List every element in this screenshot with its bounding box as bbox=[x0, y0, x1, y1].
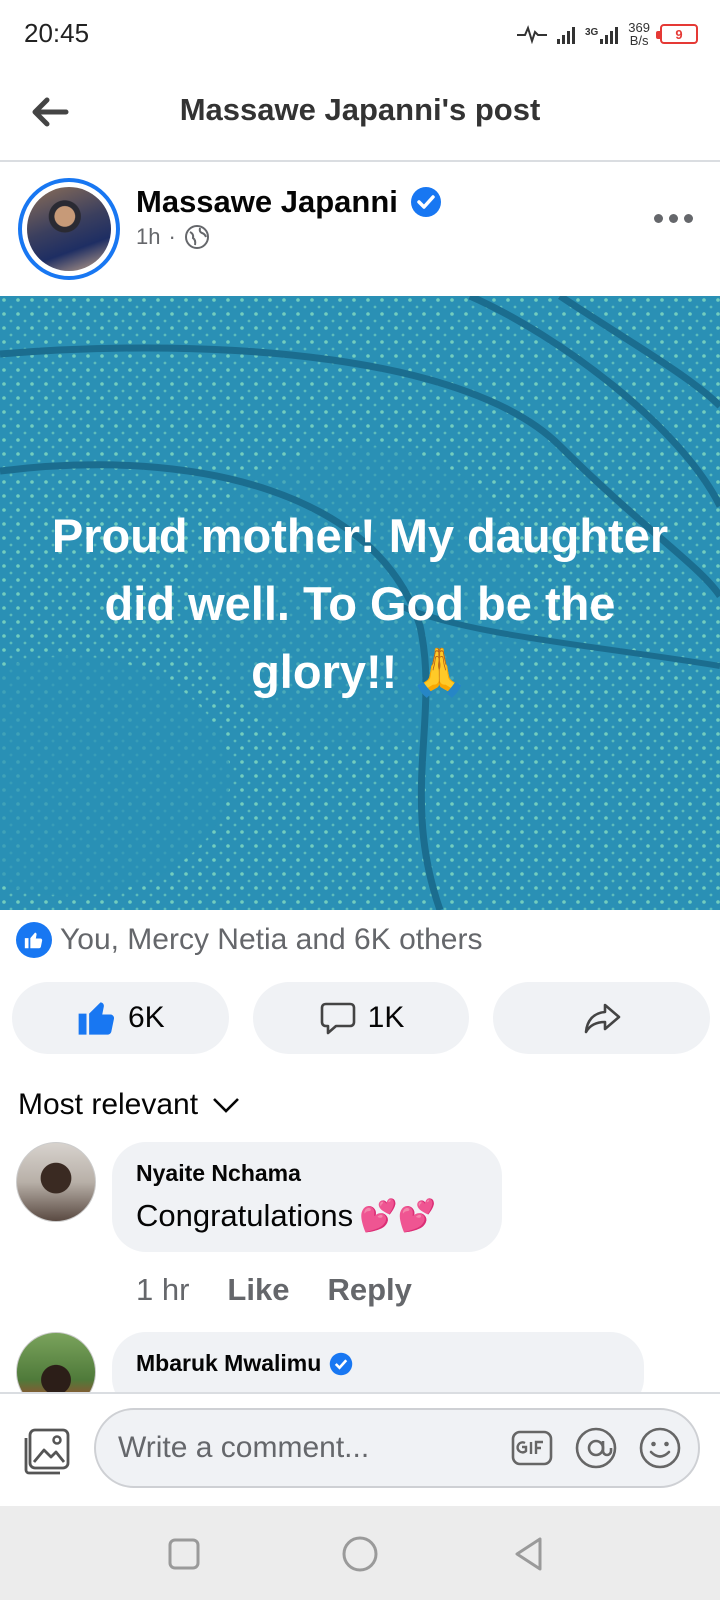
comment-like-button[interactable]: Like bbox=[227, 1272, 289, 1308]
share-arrow-icon bbox=[584, 1003, 620, 1034]
page-title: Massawe Japanni's post bbox=[179, 92, 541, 127]
like-reaction-icon bbox=[16, 922, 52, 958]
comment-input[interactable] bbox=[118, 1410, 478, 1486]
sort-label: Most relevant bbox=[18, 1088, 199, 1121]
post-time[interactable]: 1h bbox=[136, 224, 160, 250]
back-nav-button[interactable] bbox=[510, 1534, 550, 1574]
like-count: 6K bbox=[127, 1001, 165, 1034]
comment-composer bbox=[0, 1392, 720, 1504]
post-text-line: glory!! bbox=[251, 645, 398, 698]
post-text-line-3: glory!! 🙏 bbox=[20, 638, 700, 706]
chevron-down-icon bbox=[213, 1098, 239, 1113]
thumbs-up-icon bbox=[78, 1002, 115, 1035]
comment-actions: 1 hr Like Reply bbox=[136, 1272, 412, 1308]
share-button[interactable] bbox=[493, 982, 711, 1054]
status-time: 20:45 bbox=[24, 18, 90, 48]
author-name[interactable]: Massawe Japanni bbox=[136, 184, 398, 220]
author-name-row: Massawe Japanni bbox=[136, 184, 442, 220]
post-text: Proud mother! My daughter did well. To G… bbox=[20, 502, 700, 706]
comment-bubble[interactable]: Mbaruk Mwalimu bbox=[112, 1332, 644, 1392]
post-header: Massawe Japanni 1h · bbox=[0, 164, 720, 292]
comment-sort-dropdown[interactable]: Most relevant bbox=[18, 1088, 240, 1122]
gif-button[interactable] bbox=[510, 1426, 554, 1470]
circle-icon bbox=[342, 1536, 378, 1572]
comment-reply-button[interactable]: Reply bbox=[327, 1272, 411, 1308]
activity-icon bbox=[516, 25, 547, 44]
commenter-name[interactable]: Mbaruk Mwalimu bbox=[136, 1350, 321, 1377]
photo-button[interactable] bbox=[20, 1424, 74, 1478]
status-icons: 3G 369 B/s 9 bbox=[516, 16, 698, 52]
more-dot bbox=[684, 213, 693, 223]
comment-bubble[interactable]: Nyaite Nchama Congratulations 💕💕 bbox=[112, 1142, 502, 1252]
post-text-line: Proud mother! My daughter bbox=[51, 509, 669, 562]
comment-item: Nyaite Nchama Congratulations 💕💕 1 hr Li… bbox=[16, 1142, 706, 1322]
comment-text: Congratulations bbox=[136, 1197, 354, 1233]
comment-item: Mbaruk Mwalimu bbox=[16, 1332, 706, 1392]
mention-button[interactable] bbox=[574, 1426, 618, 1470]
network-speed: 369 B/s bbox=[628, 20, 650, 48]
battery-level: 9 bbox=[675, 26, 683, 42]
post-content: Proud mother! My daughter did well. To G… bbox=[0, 296, 720, 910]
comment-time: 1 hr bbox=[136, 1272, 190, 1307]
verified-badge-icon bbox=[410, 187, 441, 217]
commenter-name[interactable]: Nyaite Nchama bbox=[136, 1160, 476, 1187]
recents-button[interactable] bbox=[164, 1534, 204, 1574]
reactions-text: You, Mercy Netia and 6K others bbox=[60, 923, 483, 956]
author-avatar[interactable] bbox=[18, 178, 120, 280]
reactions-summary[interactable]: You, Mercy Netia and 6K others bbox=[16, 922, 482, 958]
commenter-avatar[interactable] bbox=[16, 1332, 96, 1392]
composer-icons bbox=[510, 1426, 682, 1470]
globe-icon bbox=[184, 225, 209, 249]
smiley-icon bbox=[639, 1427, 681, 1469]
post-meta: 1h · bbox=[136, 224, 210, 250]
home-button[interactable] bbox=[340, 1534, 380, 1574]
signal-icon bbox=[556, 24, 575, 44]
more-options-button[interactable] bbox=[654, 208, 698, 228]
comment-input-box[interactable] bbox=[94, 1408, 700, 1488]
system-nav-bar bbox=[0, 1506, 720, 1600]
gif-icon bbox=[511, 1430, 553, 1466]
more-dot bbox=[669, 213, 678, 223]
comment-button[interactable]: 1K bbox=[252, 982, 470, 1054]
post-actions: 6K 1K bbox=[12, 982, 711, 1054]
comment-count: 1K bbox=[367, 1001, 405, 1034]
photo-icon bbox=[24, 1428, 70, 1475]
like-button[interactable]: 6K bbox=[12, 982, 229, 1054]
status-bar: 20:45 3G 369 B/s 9 bbox=[0, 0, 720, 66]
more-dot bbox=[654, 213, 663, 223]
signal-3g-icon: 3G bbox=[585, 24, 619, 44]
battery-icon: 9 bbox=[656, 24, 698, 44]
triangle-back-icon bbox=[515, 1537, 542, 1571]
verified-badge-icon bbox=[330, 1352, 353, 1375]
comment-text-row: Congratulations 💕💕 bbox=[136, 1197, 476, 1234]
meta-separator: · bbox=[168, 224, 176, 249]
praying-hands-emoji: 🙏 bbox=[410, 645, 469, 698]
square-icon bbox=[168, 1538, 200, 1570]
emoji-button[interactable] bbox=[638, 1426, 682, 1470]
commenter-name-row: Mbaruk Mwalimu bbox=[136, 1350, 618, 1377]
avatar-image bbox=[27, 187, 111, 271]
post-text-line: did well. To God be the bbox=[104, 577, 616, 630]
app-header: Massawe Japanni's post bbox=[0, 66, 720, 162]
comment-bubble-icon bbox=[320, 1002, 355, 1035]
at-sign-icon bbox=[575, 1427, 617, 1469]
commenter-avatar[interactable] bbox=[16, 1142, 96, 1222]
hearts-emoji: 💕💕 bbox=[359, 1198, 437, 1233]
